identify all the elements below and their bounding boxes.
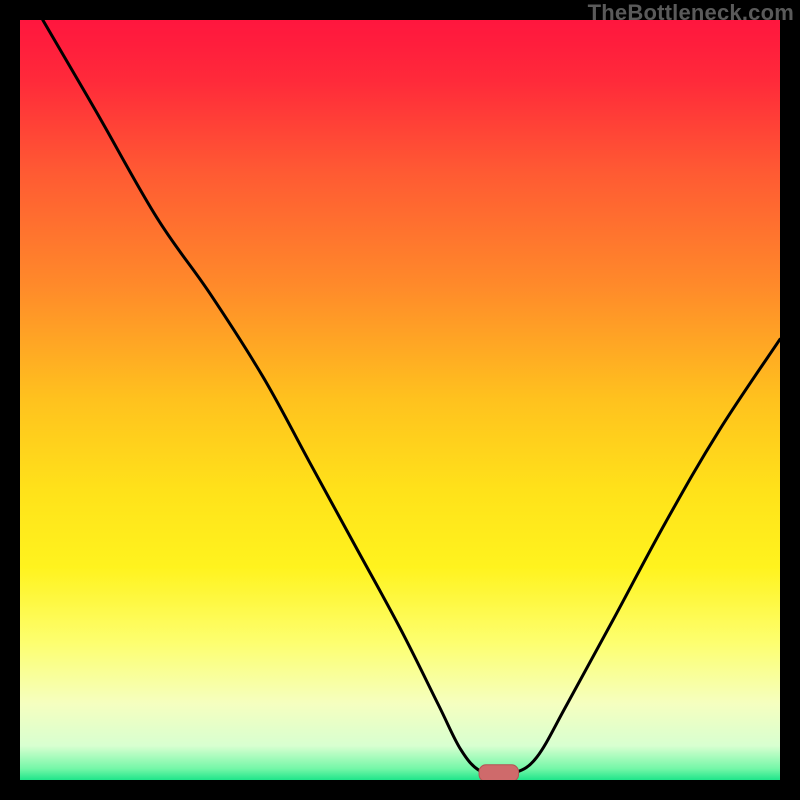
watermark-text: TheBottleneck.com: [588, 0, 794, 26]
gradient-background: [20, 20, 780, 780]
bottleneck-chart: [20, 20, 780, 780]
optimal-point-marker: [479, 765, 519, 780]
chart-frame: TheBottleneck.com: [0, 0, 800, 800]
plot-area: [20, 20, 780, 780]
